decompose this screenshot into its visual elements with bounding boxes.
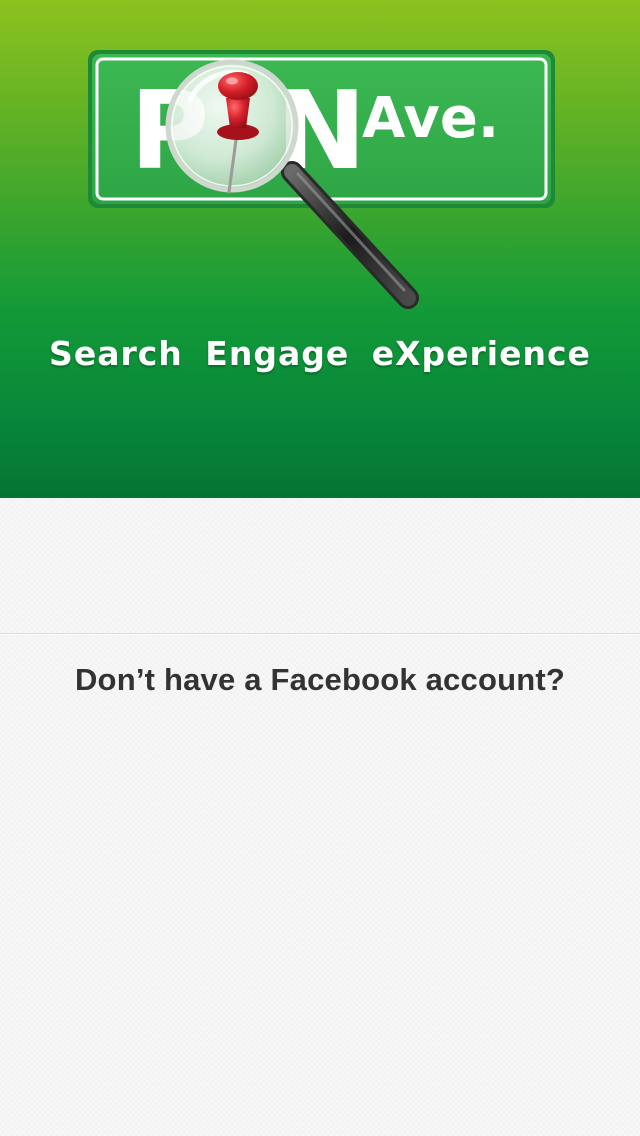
- login-area: Don’t have a Facebook account?: [0, 498, 640, 1136]
- no-facebook-account-link[interactable]: Don’t have a Facebook account?: [0, 662, 640, 698]
- logo-suffix: Ave.: [362, 86, 499, 151]
- splash-header: P N Ave. Search Engage: [0, 0, 640, 498]
- facebook-login-area: [0, 498, 640, 634]
- tagline: Search Engage eXperience: [49, 334, 591, 373]
- divider: [0, 633, 640, 635]
- pinave-logo: P N Ave.: [0, 0, 640, 330]
